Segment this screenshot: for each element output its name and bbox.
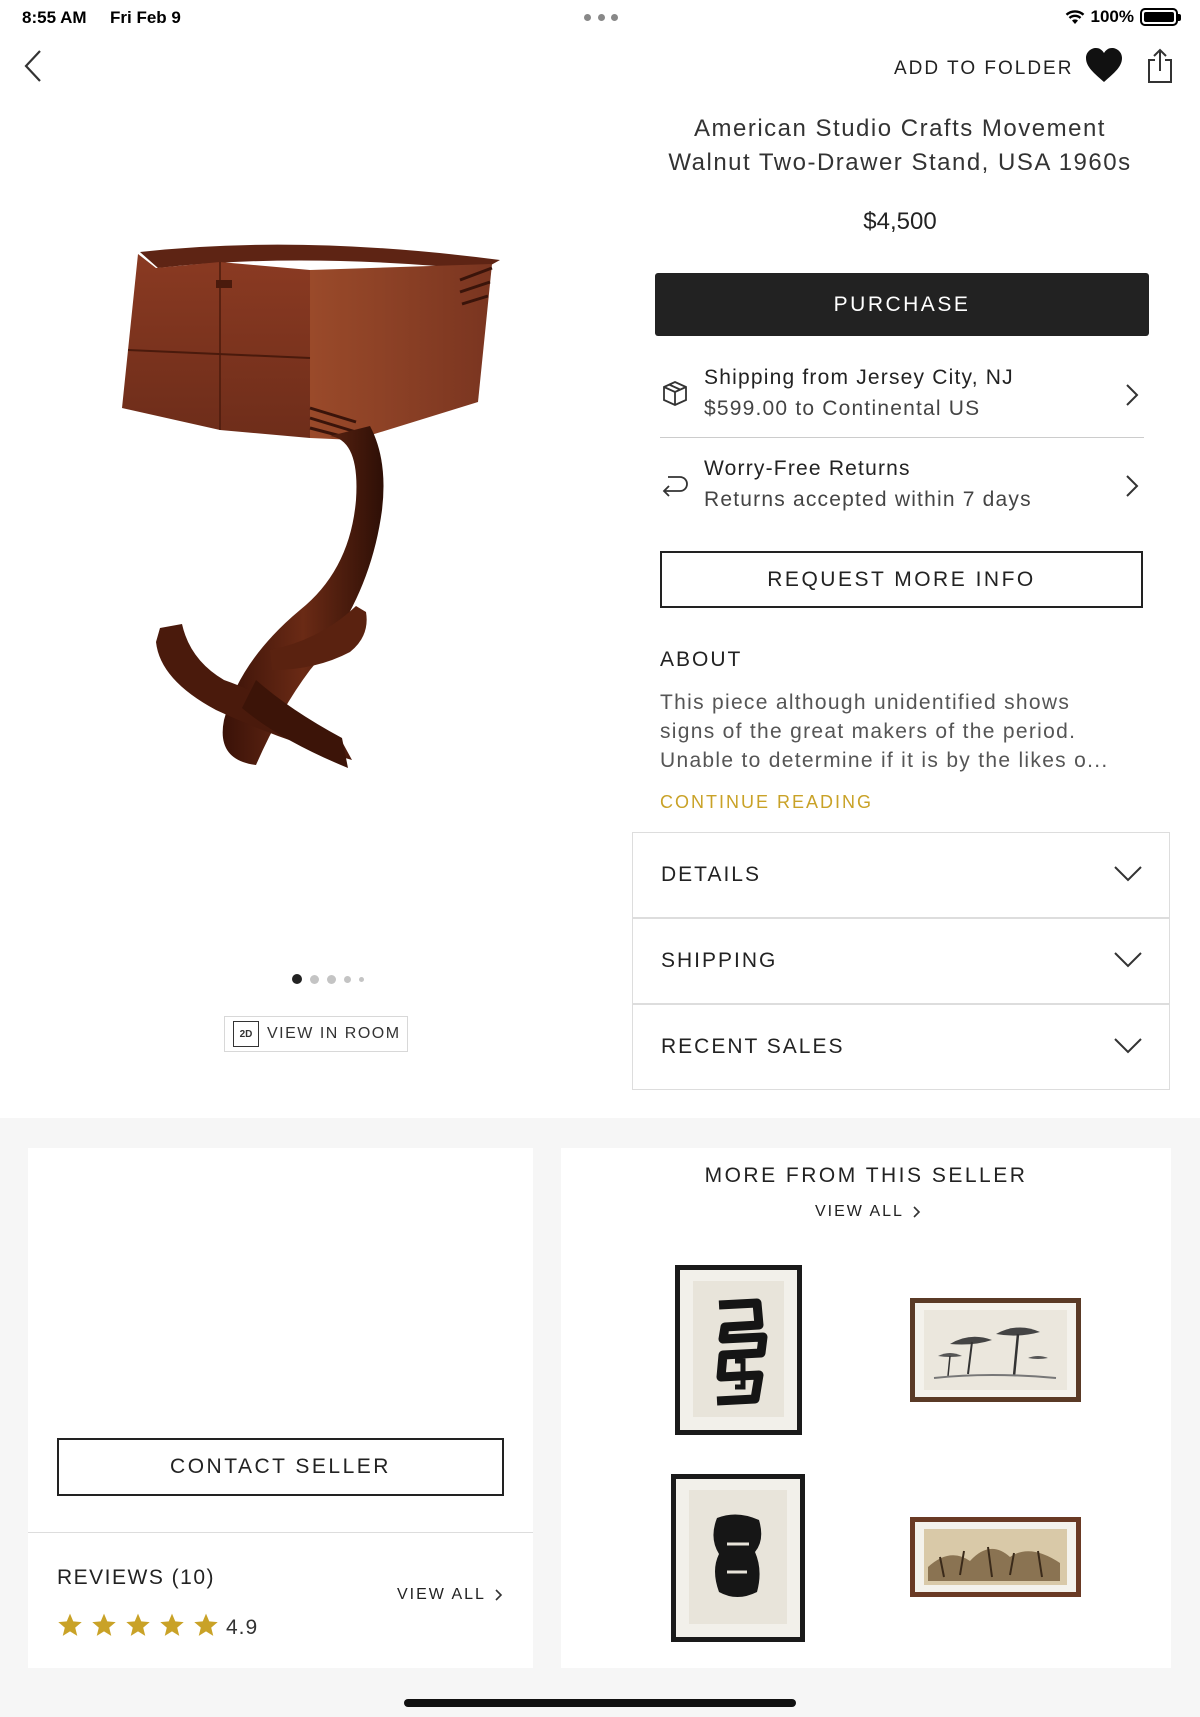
seller-item-thumbnail[interactable]	[910, 1298, 1081, 1402]
returns-info-row[interactable]: Worry-Free Returns Returns accepted with…	[660, 445, 1144, 529]
about-description: This piece although unidentified shows s…	[660, 688, 1150, 775]
chevron-left-icon	[24, 50, 41, 82]
view-in-room-label: VIEW IN ROOM	[267, 1025, 401, 1042]
about-line: signs of the great makers of the period.	[660, 720, 1077, 743]
reviews-view-all-link[interactable]: VIEW ALL	[397, 1586, 503, 1604]
chevron-right-icon	[495, 1589, 503, 1601]
divider	[660, 437, 1144, 438]
carousel-dot[interactable]	[359, 976, 364, 982]
product-title: American Studio Crafts Movement Walnut T…	[640, 112, 1160, 180]
more-from-seller-heading: MORE FROM THIS SELLER	[704, 1164, 1028, 1187]
seller-item-thumbnail[interactable]	[671, 1474, 805, 1642]
chevron-down-icon	[1114, 1038, 1142, 1054]
framed-panorama-artwork-image	[910, 1517, 1081, 1597]
status-bar: 8:55 AM Fri Feb 9 100%	[0, 0, 1200, 34]
rating-value: 4.9	[226, 1616, 259, 1639]
add-to-folder-button[interactable]: ADD TO FOLDER	[894, 58, 1073, 80]
contact-seller-button[interactable]: CONTACT SELLER	[57, 1438, 504, 1496]
framed-landscape-drawing-image	[910, 1298, 1081, 1402]
rating-stars	[57, 1612, 219, 1638]
product-title-line2: Walnut Two-Drawer Stand, USA 1960s	[668, 149, 1132, 176]
shipping-origin: Shipping from Jersey City, NJ	[704, 366, 1014, 389]
shipping-accordion[interactable]: SHIPPING	[632, 918, 1170, 1004]
request-more-info-button[interactable]: REQUEST MORE INFO	[660, 551, 1143, 608]
star-icon	[92, 1613, 116, 1636]
view-in-room-button[interactable]: 2D VIEW IN ROOM	[224, 1016, 408, 1052]
view-2d-icon: 2D	[233, 1021, 259, 1047]
about-heading: ABOUT	[660, 648, 743, 671]
share-button[interactable]	[1146, 48, 1174, 84]
chevron-right-icon	[1126, 384, 1139, 406]
reviews-heading: REVIEWS (10)	[57, 1566, 216, 1589]
product-image[interactable]	[120, 240, 520, 820]
multitasking-dots-icon[interactable]	[584, 14, 618, 21]
status-date: Fri Feb 9	[110, 8, 181, 27]
continue-reading-link[interactable]: CONTINUE READING	[660, 792, 873, 813]
status-time: 8:55 AM	[22, 8, 87, 27]
carousel-dot[interactable]	[344, 975, 351, 983]
framed-abstract-artwork-image	[675, 1265, 802, 1435]
wifi-icon	[1065, 10, 1084, 24]
seller-item-thumbnail[interactable]	[675, 1265, 802, 1435]
return-arrow-icon	[662, 476, 688, 497]
image-carousel-dots[interactable]	[292, 974, 364, 984]
view-all-label: VIEW ALL	[397, 1586, 486, 1603]
shipping-cost: $599.00 to Continental US	[704, 397, 981, 420]
star-icon	[126, 1613, 150, 1636]
walnut-stand-image	[122, 244, 500, 768]
favorite-button[interactable]	[1084, 46, 1124, 84]
star-icon	[194, 1613, 218, 1636]
divider	[28, 1532, 533, 1533]
chevron-down-icon	[1114, 952, 1142, 968]
accordion-label: DETAILS	[661, 863, 761, 886]
carousel-dot-active[interactable]	[292, 974, 302, 984]
returns-policy: Returns accepted within 7 days	[704, 488, 1032, 511]
purchase-button[interactable]: PURCHASE	[655, 273, 1149, 336]
battery-percentage: 100%	[1090, 7, 1134, 26]
returns-title: Worry-Free Returns	[704, 457, 911, 480]
back-button[interactable]	[20, 48, 50, 84]
chevron-right-icon	[1126, 475, 1139, 497]
status-indicators: 100%	[1065, 7, 1181, 27]
home-indicator[interactable]	[404, 1699, 796, 1707]
framed-ink-artwork-image	[671, 1474, 805, 1642]
accordion-label: SHIPPING	[661, 949, 778, 972]
carousel-dot[interactable]	[310, 974, 319, 984]
view-all-label: VIEW ALL	[815, 1203, 904, 1220]
shipping-info-row[interactable]: Shipping from Jersey City, NJ $599.00 to…	[660, 354, 1144, 438]
about-line: Unable to determine if it is by the like…	[660, 749, 1109, 772]
chevron-right-icon	[913, 1206, 921, 1218]
more-view-all-link[interactable]: VIEW ALL	[815, 1203, 921, 1221]
star-icon	[160, 1613, 184, 1636]
product-price: $4,500	[863, 208, 937, 235]
about-line: This piece although unidentified shows	[660, 691, 1071, 714]
battery-icon	[1140, 8, 1181, 26]
share-icon	[1148, 48, 1172, 83]
accordion-label: RECENT SALES	[661, 1035, 845, 1058]
heart-icon	[1086, 48, 1122, 82]
package-icon	[663, 381, 687, 406]
star-icon	[58, 1613, 82, 1636]
chevron-down-icon	[1114, 866, 1142, 882]
details-accordion[interactable]: DETAILS	[632, 832, 1170, 918]
seller-item-thumbnail[interactable]	[910, 1517, 1081, 1597]
carousel-dot[interactable]	[327, 974, 336, 984]
product-title-line1: American Studio Crafts Movement	[694, 115, 1106, 142]
recent-sales-accordion[interactable]: RECENT SALES	[632, 1004, 1170, 1090]
